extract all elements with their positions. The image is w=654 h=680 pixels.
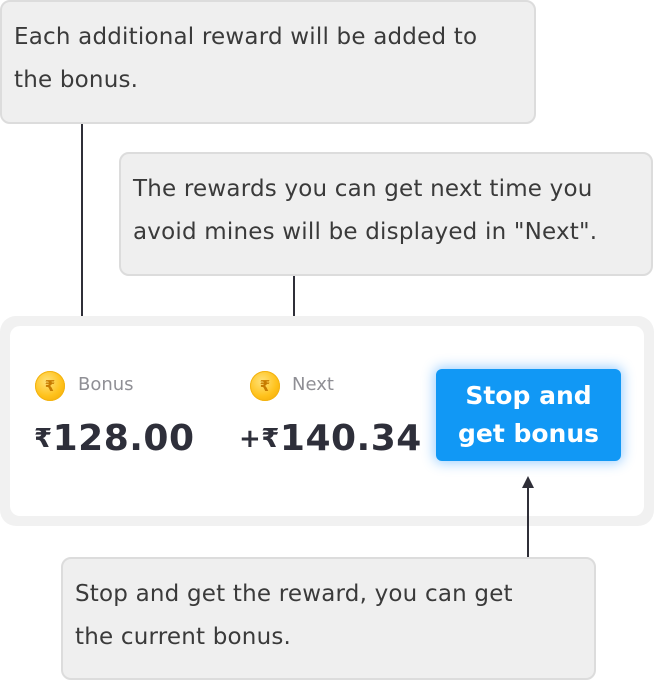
next-tooltip-line2: avoid mines will be displayed in "Next". xyxy=(133,219,598,245)
bonus-pointer-line xyxy=(81,124,83,346)
stop-tooltip: Stop and get the reward, you can get the… xyxy=(61,557,596,680)
bonus-tooltip-line1: Each additional reward will be added to xyxy=(14,24,478,50)
bonus-amount-value: 128.00 xyxy=(52,418,195,459)
bonus-tooltip-line2: the bonus. xyxy=(14,67,139,93)
bonus-tooltip: Each additional reward will be added to … xyxy=(0,0,536,124)
stop-tooltip-line1: Stop and get the reward, you can get xyxy=(75,581,513,607)
next-prefix: + xyxy=(239,424,262,454)
stop-tooltip-line2: the current bonus. xyxy=(75,624,292,650)
next-tooltip-line1: The rewards you can get next time you xyxy=(133,176,593,202)
bonus-currency: ₹ xyxy=(34,424,53,454)
bonus-amount: ₹128.00 xyxy=(34,418,195,459)
next-amount: +₹140.34 xyxy=(239,418,422,459)
stop-button-line1: Stop and xyxy=(465,381,592,410)
rupee-coin-icon: ₹ xyxy=(250,371,280,401)
stop-and-get-bonus-button[interactable]: Stop and get bonus xyxy=(436,369,621,461)
bonus-label: Bonus xyxy=(78,374,134,395)
stop-button-line2: get bonus xyxy=(457,419,600,448)
next-currency: ₹ xyxy=(261,424,280,454)
next-label: Next xyxy=(292,374,334,395)
rupee-coin-icon: ₹ xyxy=(35,371,65,401)
stop-pointer-line xyxy=(527,486,529,557)
next-tooltip: The rewards you can get next time you av… xyxy=(119,152,653,276)
next-amount-value: 140.34 xyxy=(279,418,422,459)
